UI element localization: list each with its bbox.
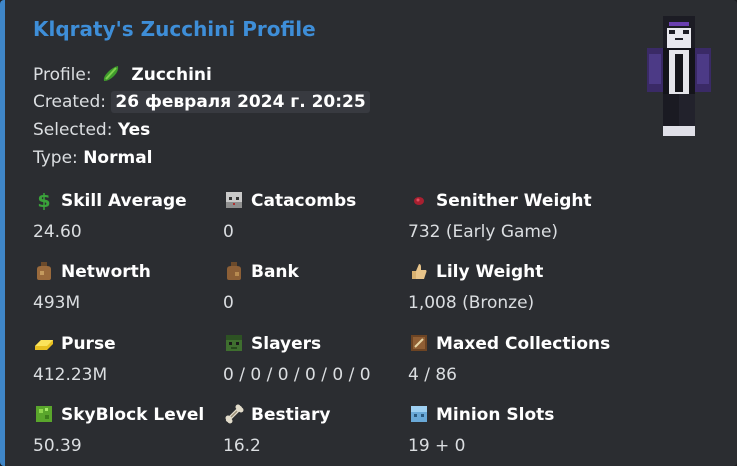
stat-catacombs: Catacombs 0 xyxy=(223,189,356,243)
stat-maxed-collections: Maxed Collections 4 / 86 xyxy=(408,332,610,386)
minion-icon xyxy=(408,403,430,425)
stat-networth: Networth 493M xyxy=(33,260,151,314)
gold-ingot-icon xyxy=(33,332,55,354)
zombie-head-icon xyxy=(223,332,245,354)
selected-label: Selected: xyxy=(33,120,113,140)
stat-value: 1,008 (Bronze) xyxy=(408,293,535,313)
book-icon xyxy=(408,332,430,354)
created-line: Created: 26 февраля 2024 г. 20:25 xyxy=(33,91,370,113)
stat-value: 0 xyxy=(223,222,234,242)
money-bag-icon xyxy=(33,260,55,282)
profile-embed: Klqraty's Zucchini Profile Profile: Zucc… xyxy=(0,0,737,466)
type-label: Type: xyxy=(33,148,78,168)
stat-label: SkyBlock Level xyxy=(61,405,205,425)
type-line: Type: Normal xyxy=(33,147,153,169)
stat-label: Skill Average xyxy=(61,191,187,211)
stat-slayers: Slayers 0 / 0 / 0 / 0 / 0 / 0 xyxy=(223,332,371,386)
stat-label: Bestiary xyxy=(251,405,331,425)
stat-value: 732 (Early Game) xyxy=(408,222,559,242)
stat-value: 24.60 xyxy=(33,222,82,242)
stat-purse: Purse 412.23M xyxy=(33,332,116,386)
stat-value: 16.2 xyxy=(223,436,261,456)
stat-value: 4 / 86 xyxy=(408,365,457,385)
stat-label: Maxed Collections xyxy=(436,334,611,354)
stat-minion-slots: Minion Slots 19 + 0 xyxy=(408,403,554,457)
experience-bottle-icon xyxy=(33,403,55,425)
profile-label: Profile: xyxy=(33,65,92,85)
thumbs-up-icon xyxy=(408,260,430,282)
selected-value: Yes xyxy=(117,120,151,140)
bone-icon xyxy=(223,403,245,425)
dollar-icon: $ xyxy=(33,189,55,211)
player-skin-thumbnail[interactable] xyxy=(645,14,713,138)
stat-value: 0 xyxy=(223,293,234,313)
stat-label: Slayers xyxy=(251,334,322,354)
stat-value: 19 + 0 xyxy=(408,436,466,456)
stat-label: Bank xyxy=(251,262,299,282)
type-value: Normal xyxy=(83,148,153,168)
stat-bank: Bank 0 xyxy=(223,260,299,314)
stat-lily-weight: Lily Weight 1,008 (Bronze) xyxy=(408,260,543,314)
profile-title[interactable]: Klqraty's Zucchini Profile xyxy=(33,17,316,41)
stat-senither-weight: Senither Weight 732 (Early Game) xyxy=(408,189,592,243)
spider-eye-icon xyxy=(408,189,430,211)
profile-line: Profile: Zucchini xyxy=(33,63,212,86)
stat-value: 412.23M xyxy=(33,365,108,385)
stat-label: Lily Weight xyxy=(436,262,544,282)
stat-label: Purse xyxy=(61,334,116,354)
stat-skyblock-level: SkyBlock Level 50.39 xyxy=(33,403,204,457)
stat-label: Networth xyxy=(61,262,151,282)
stat-value: 50.39 xyxy=(33,436,82,456)
stat-bestiary: Bestiary 16.2 xyxy=(223,403,331,457)
created-timestamp: 26 февраля 2024 г. 20:25 xyxy=(111,91,370,113)
stat-value: 0 / 0 / 0 / 0 / 0 / 0 xyxy=(223,365,371,385)
cucumber-icon xyxy=(100,63,122,85)
stat-skill-average: $ Skill Average 24.60 xyxy=(33,189,187,243)
stat-label: Catacombs xyxy=(251,191,357,211)
skull-icon xyxy=(223,189,245,211)
created-label: Created: xyxy=(33,92,107,112)
stat-label: Senither Weight xyxy=(436,191,592,211)
coin-bag-icon xyxy=(223,260,245,282)
selected-line: Selected: Yes xyxy=(33,119,150,141)
svg-text:$: $ xyxy=(37,190,50,211)
profile-value: Zucchini xyxy=(131,65,212,85)
stat-label: Minion Slots xyxy=(436,405,555,425)
stat-value: 493M xyxy=(33,293,81,313)
